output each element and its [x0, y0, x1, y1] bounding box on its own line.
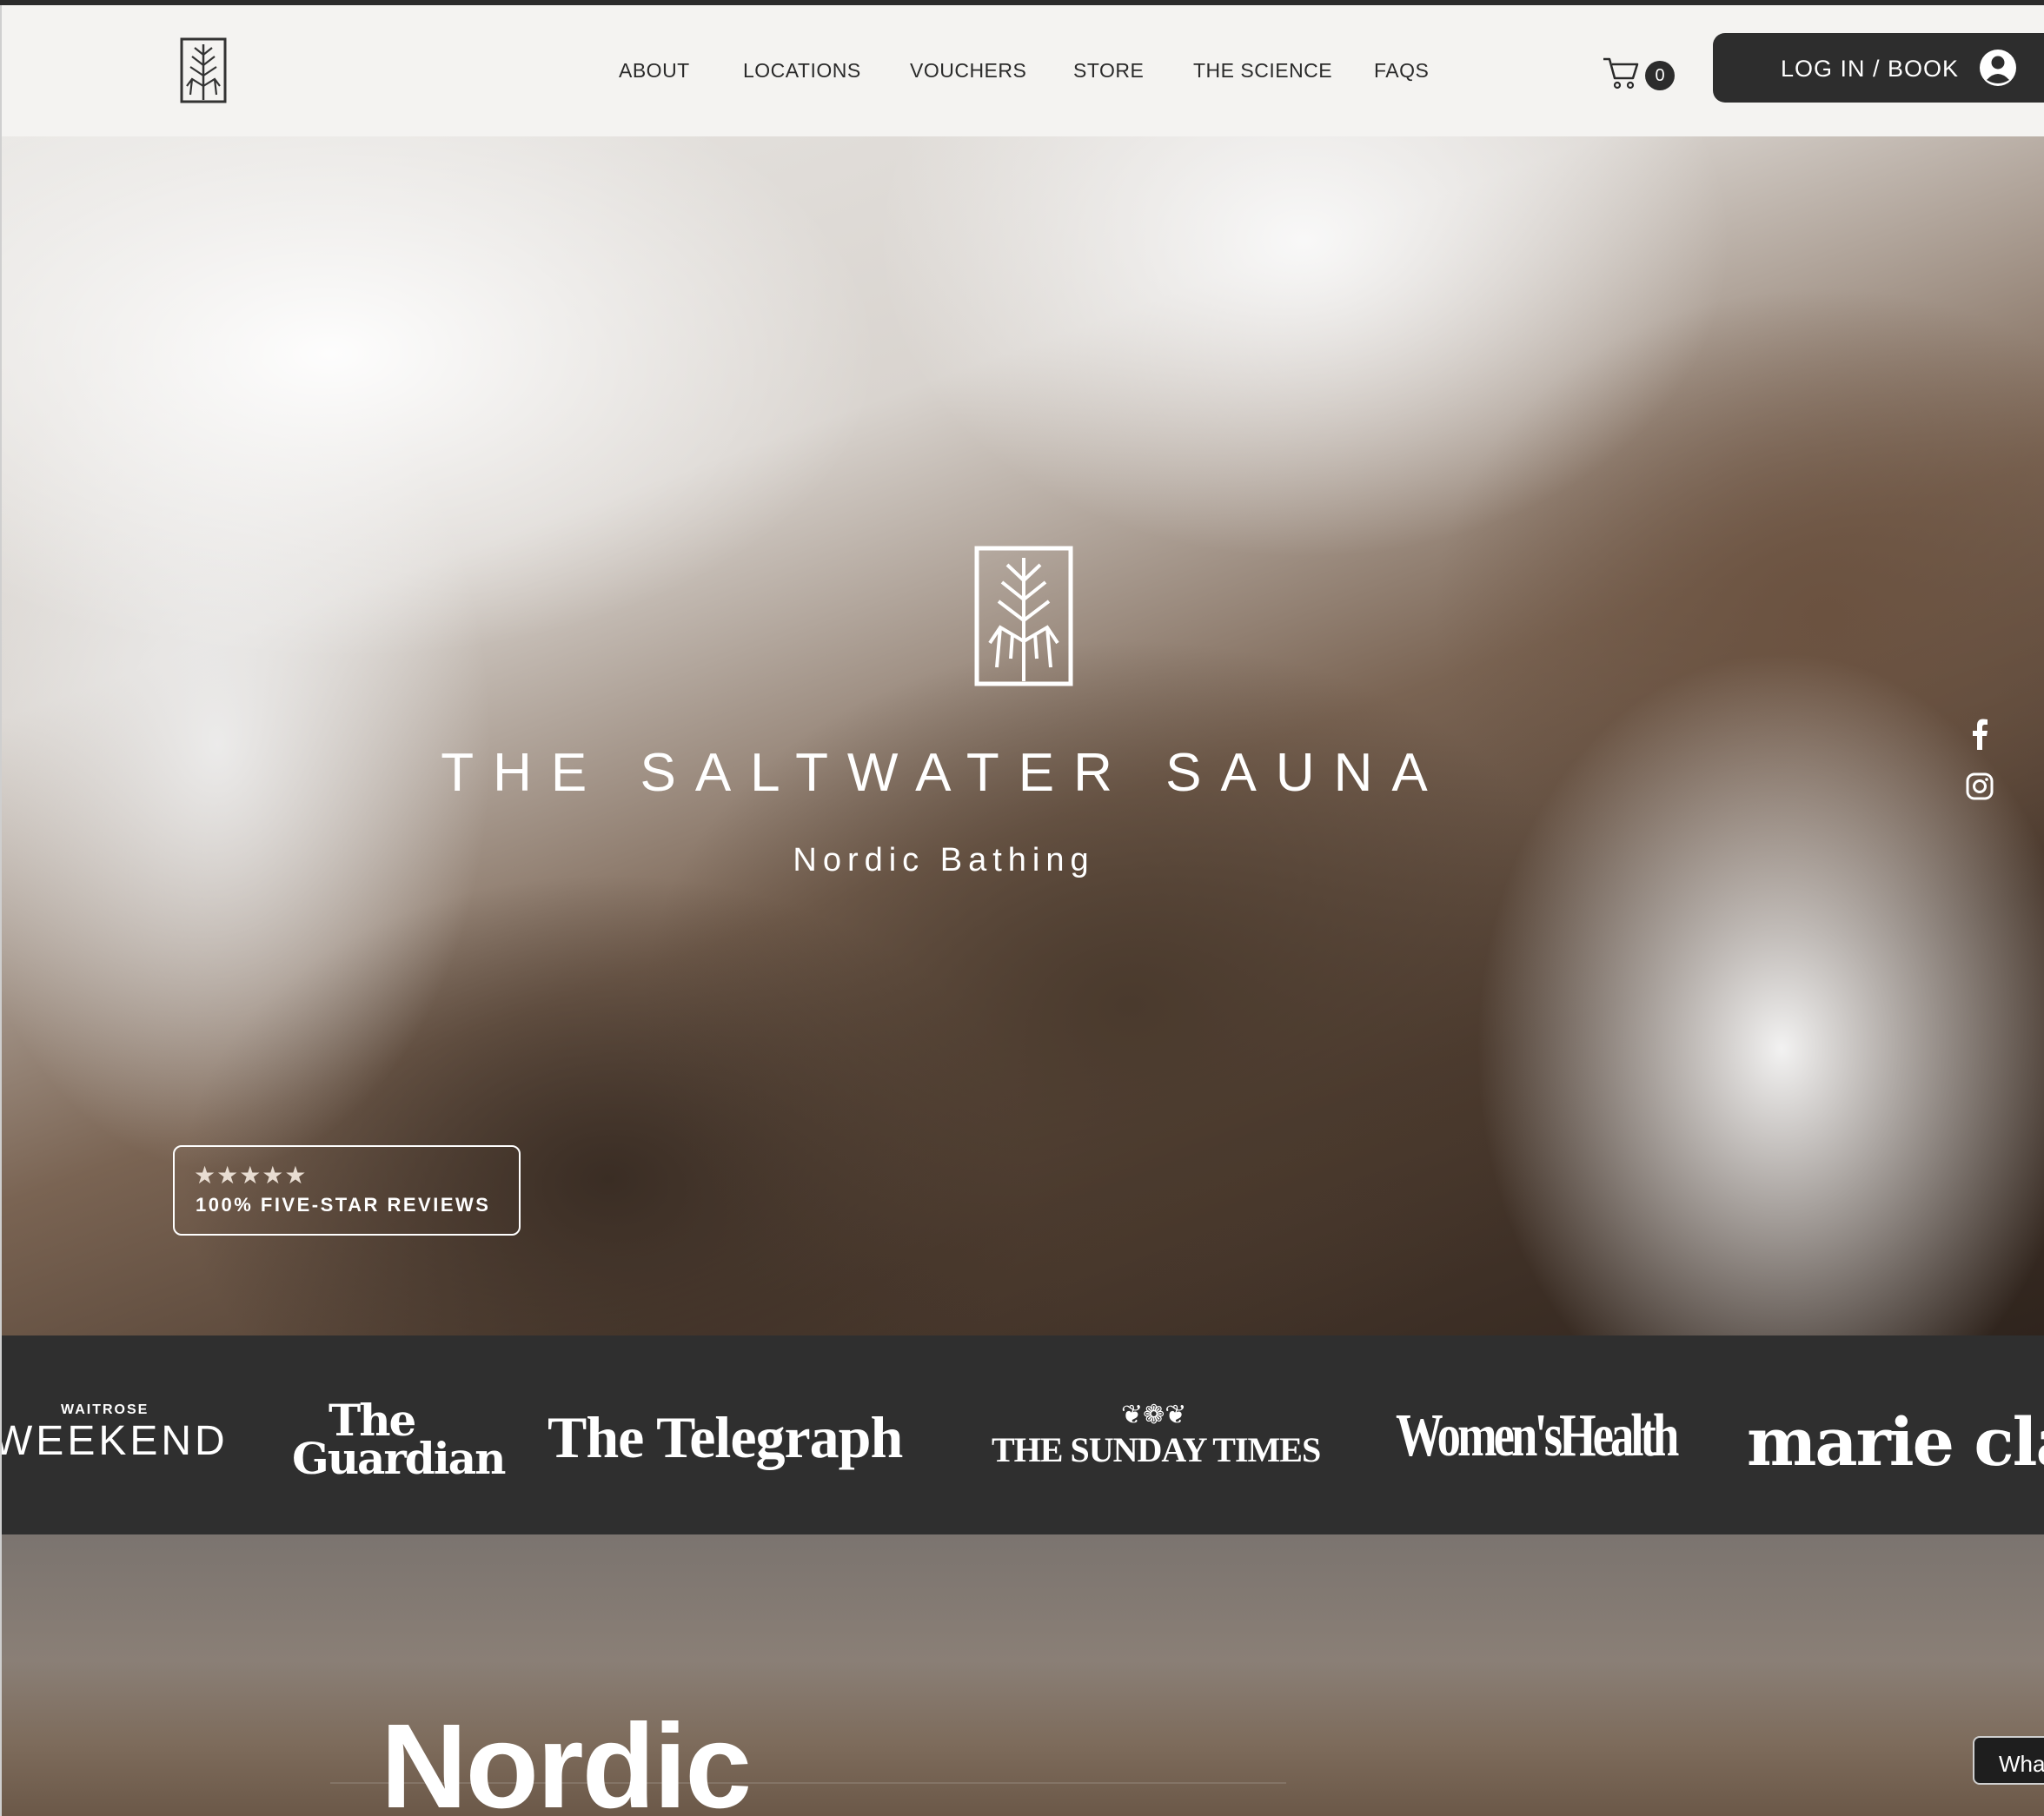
nav-the-science[interactable]: THE SCIENCE [1193, 59, 1332, 83]
section-heading: Nordic [381, 1700, 752, 1816]
press-logos-strip: WAITROSE WEEKEND The Guardian The Telegr… [0, 1335, 2044, 1534]
press-logo-telegraph: The Telegraph [548, 1404, 903, 1470]
chat-widget-button[interactable]: Wha [1973, 1736, 2044, 1785]
login-book-button[interactable]: LOG IN / BOOK [1713, 33, 2044, 103]
instagram-icon[interactable] [1966, 772, 1994, 800]
nav-locations[interactable]: LOCATIONS [743, 59, 861, 83]
user-avatar-icon [1980, 50, 2016, 86]
press-logo-marie-claire: marie cla [1747, 1403, 2044, 1481]
hero-title: THE SALTWATER SAUNA [441, 743, 1447, 803]
press-logo-guardian: The Guardian [292, 1399, 506, 1484]
reviews-label: 100% FIVE-STAR REVIEWS [196, 1194, 491, 1216]
sunday-times-crest-icon: ❦❁❦ [1121, 1400, 1187, 1430]
cart-count-badge[interactable]: 0 [1645, 61, 1675, 90]
site-header: ABOUT LOCATIONS VOUCHERS STORE THE SCIEN… [0, 5, 2044, 136]
window-edge [0, 5, 2, 1816]
press-logo-womens-health: Women'sHealth [1396, 1402, 1679, 1469]
nav-store[interactable]: STORE [1073, 59, 1144, 83]
facebook-icon[interactable] [1968, 719, 1992, 750]
nav-vouchers[interactable]: VOUCHERS [910, 59, 1026, 83]
guardian-line-2: Guardian [292, 1433, 506, 1484]
press-logo-weekend: WEEKEND [0, 1418, 229, 1464]
press-logo-waitrose: WAITROSE [61, 1402, 149, 1417]
cart-icon[interactable] [1602, 56, 1640, 90]
hero-subtitle: Nordic Bathing [793, 842, 1095, 878]
five-star-reviews-badge[interactable]: ★★★★★ 100% FIVE-STAR REVIEWS [173, 1145, 521, 1236]
hero-video-section: THE SALTWATER SAUNA Nordic Bathing ★★★★★… [0, 136, 2044, 1335]
chat-widget-label: Wha [1999, 1751, 2044, 1777]
hero-brand-logo-icon [974, 546, 1073, 686]
login-book-label: LOG IN / BOOK [1781, 56, 1960, 82]
nav-faqs[interactable]: FAQS [1374, 59, 1429, 83]
nav-about[interactable]: ABOUT [619, 59, 690, 83]
press-logo-sunday-times: THE SUNDAY TIMES [992, 1430, 1321, 1469]
intro-section: Nordic [0, 1534, 2044, 1816]
star-rating-icons: ★★★★★ [194, 1162, 308, 1189]
